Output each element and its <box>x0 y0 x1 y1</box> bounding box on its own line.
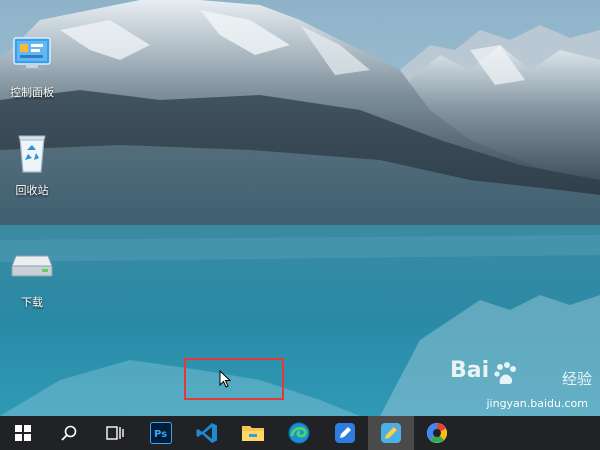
pen-app-icon <box>335 423 355 443</box>
taskbar-app-pen[interactable] <box>322 416 368 450</box>
photoshop-icon: Ps <box>150 422 172 444</box>
photoshop-icon-text: Ps <box>154 429 167 440</box>
windows-start-icon <box>15 425 31 441</box>
desktop[interactable]: 控制面板 回收站 下载 Bai 经验 jingyan.baidu.com <box>0 0 600 416</box>
pencil-app-icon <box>381 423 401 443</box>
taskbar-app-photoshop[interactable]: Ps <box>138 416 184 450</box>
taskbar-app-file-explorer[interactable] <box>230 416 276 450</box>
recycle-bin-icon <box>18 135 46 173</box>
search-button[interactable] <box>46 416 92 450</box>
desktop-icon-downloads[interactable]: 下载 <box>0 240 64 310</box>
watermark-brand: Bai <box>450 358 490 383</box>
baidu-paw-icon <box>494 362 516 384</box>
mouse-pointer-icon <box>219 370 231 388</box>
desktop-icon-label: 下载 <box>21 296 43 309</box>
drive-icon <box>11 255 53 277</box>
taskbar-app-pencil[interactable] <box>368 416 414 450</box>
task-view-button[interactable] <box>92 416 138 450</box>
taskbar-app-edge[interactable] <box>276 416 322 450</box>
color-app-icon <box>427 423 447 443</box>
highlight-box <box>184 358 284 400</box>
desktop-icon-control-panel[interactable]: 控制面板 <box>0 30 64 100</box>
search-icon <box>61 425 77 441</box>
taskbar: Ps <box>0 416 600 450</box>
vscode-icon <box>196 423 217 443</box>
baidu-jingyan-watermark: Bai 经验 jingyan.baidu.com <box>432 356 592 414</box>
edge-icon <box>288 422 310 444</box>
taskbar-app-color[interactable] <box>414 416 460 450</box>
desktop-icon-label: 回收站 <box>15 184 49 197</box>
taskbar-app-vscode[interactable] <box>184 416 230 450</box>
control-panel-icon <box>13 37 51 70</box>
task-view-icon <box>106 426 124 440</box>
desktop-icon-recycle-bin[interactable]: 回收站 <box>0 128 64 198</box>
watermark-subtitle: 经验 <box>561 370 592 388</box>
file-explorer-icon <box>242 426 264 441</box>
watermark-url: jingyan.baidu.com <box>486 397 588 410</box>
desktop-icon-label: 控制面板 <box>10 86 54 99</box>
start-button[interactable] <box>0 416 46 450</box>
mountain-lake-wallpaper <box>0 0 600 416</box>
